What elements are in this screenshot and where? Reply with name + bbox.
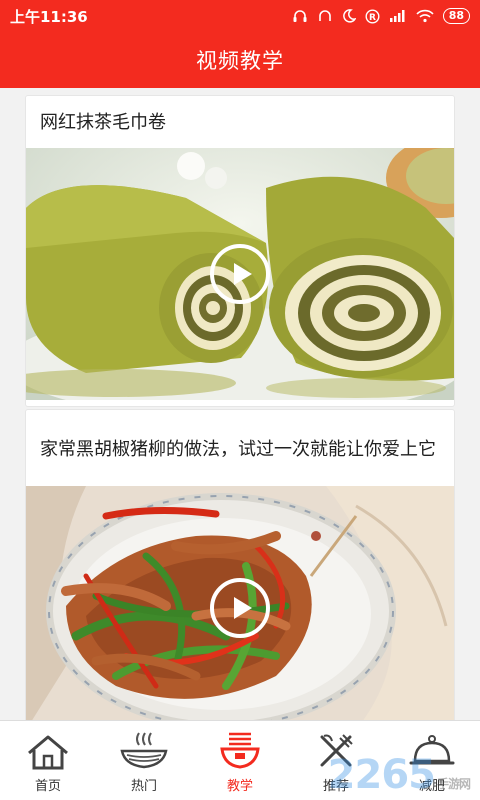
headset-icon	[293, 10, 307, 22]
watermark-suffix: 手游网	[436, 777, 471, 791]
noodle-bowl-icon	[120, 732, 168, 769]
wifi-icon	[416, 9, 434, 23]
tab-label: 热门	[130, 779, 157, 794]
battery-icon: 88	[442, 8, 470, 24]
headphones-icon	[318, 10, 331, 21]
tab-label: 首页	[34, 779, 61, 794]
svg-text:R: R	[369, 13, 376, 23]
play-icon[interactable]	[210, 244, 270, 304]
video-thumbnail[interactable]	[26, 148, 454, 400]
signal-icon	[389, 10, 405, 22]
status-bar: 上午11:36 R 88	[0, 0, 480, 32]
app-bar: 视频教学	[0, 32, 480, 88]
registered-icon: R	[365, 8, 380, 24]
page-title: 视频教学	[196, 49, 284, 73]
tab-hot[interactable]: 热门	[96, 721, 192, 800]
video-feed[interactable]: 网红抹茶毛巾卷 家常黑胡椒猪柳的做法，试过一次就能让你爱上它	[0, 88, 480, 720]
steaming-bowl-icon	[220, 732, 260, 769]
watermark: 2265 手游网	[327, 752, 471, 798]
status-icons: R 88	[292, 8, 470, 24]
tab-home[interactable]: 首页	[0, 721, 96, 800]
watermark-text: 2265	[327, 752, 436, 798]
video-title[interactable]: 网红抹茶毛巾卷	[26, 96, 454, 148]
tab-teaching[interactable]: 教学	[192, 721, 288, 800]
play-icon[interactable]	[210, 578, 270, 638]
house-icon	[28, 735, 68, 770]
moon-icon	[342, 9, 356, 23]
video-card[interactable]: 家常黑胡椒猪柳的做法，试过一次就能让你爱上它	[26, 410, 454, 720]
video-card[interactable]: 网红抹茶毛巾卷	[26, 96, 454, 406]
tab-label: 教学	[226, 779, 253, 794]
status-time: 上午11:36	[10, 7, 88, 26]
video-thumbnail[interactable]	[26, 486, 454, 720]
video-title[interactable]: 家常黑胡椒猪柳的做法，试过一次就能让你爱上它	[26, 410, 454, 486]
